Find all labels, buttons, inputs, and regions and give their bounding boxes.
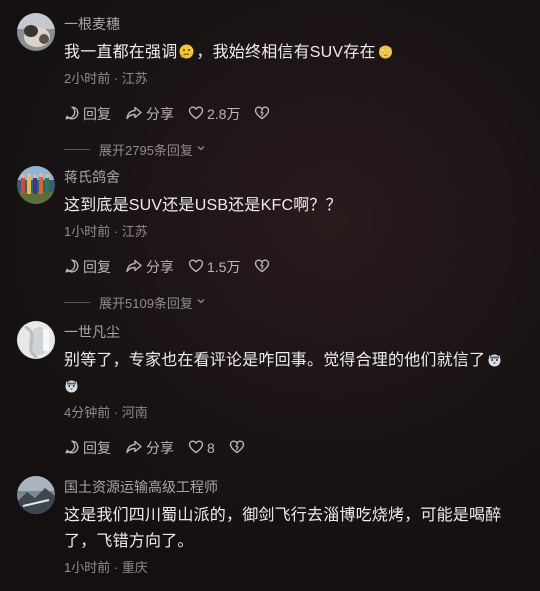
username[interactable]: 一世凡尘 [64, 322, 524, 342]
comment-actions: 回复 分享 1.5万 [64, 257, 524, 277]
like-button[interactable]: 8 [188, 439, 215, 458]
comment-meta: 2小时前 · 江苏 [64, 70, 524, 88]
expand-replies-button[interactable]: 展开2795条回复 [64, 139, 524, 159]
comment-location: 江苏 [121, 71, 148, 86]
comment-icon [64, 439, 83, 458]
cat-emoji-icon [487, 350, 502, 367]
comment-text-part: 别等了，专家也在看评论是咋回事。觉得合理的他们就信了 [64, 352, 486, 369]
heart-icon [188, 258, 207, 277]
comment-actions: 回复 分享 8 [64, 438, 524, 458]
dislike-button[interactable] [254, 105, 273, 124]
comment-location: 重庆 [121, 560, 148, 575]
meta-separator: · [110, 405, 122, 420]
thinking-emoji-icon [179, 42, 194, 59]
avatar[interactable] [17, 13, 55, 51]
username[interactable]: 国土资源运输高级工程师 [64, 477, 524, 497]
comment-meta: 4分钟前 · 河南 [64, 404, 524, 422]
cat-emoji-icon [378, 42, 393, 59]
comment-meta: 1小时前 · 重庆 [64, 559, 524, 577]
comment-text: 这是我们四川蜀山派的，御剑飞行去淄博吃烧烤，可能是喝醉了，飞错方向了。 [64, 507, 502, 550]
username[interactable]: 一根麦穗 [64, 14, 524, 34]
comment-text: 我一直都在强调 ，我始终相信有SUV存在 [64, 40, 524, 66]
like-button[interactable]: 1.5万 [188, 257, 240, 277]
comment-location: 江苏 [121, 224, 148, 239]
comment-body: 国土资源运输高级工程师 这是我们四川蜀山派的，御剑飞行去淄博吃烧烤，可能是喝醉了… [64, 477, 524, 577]
avatar[interactable] [17, 166, 55, 204]
expand-replies-button[interactable]: 展开5109条回复 [64, 292, 524, 312]
comment-location: 河南 [121, 405, 148, 420]
comment-body: 一世凡尘 别等了，专家也在看评论是咋回事。觉得合理的他们就信了 4分钟前 · 河… [64, 322, 524, 458]
reply-label: 回复 [83, 440, 111, 456]
chevron-down-icon [193, 142, 207, 157]
comment-body: 蒋氏鸽舍 这到底是SUV还是USB还是KFC啊？？ 1小时前 · 江苏 回复 分… [64, 167, 524, 312]
like-count: 1.5万 [207, 259, 241, 275]
comment-body: 一根麦穗 我一直都在强调 ，我始终相信有SUV存在 2小时前 · 江苏 回复 分享… [64, 14, 524, 159]
comment-time: 4分钟前 [64, 405, 111, 420]
comment-text-part: ，我始终相信有SUV存在 [196, 44, 376, 61]
reply-button[interactable]: 回复 [64, 438, 111, 458]
dislike-icon [254, 258, 273, 277]
expand-replies-label: 展开2795条回复 [99, 142, 193, 158]
dislike-button[interactable] [254, 258, 273, 277]
cat-emoji-icon [64, 376, 79, 393]
comment-actions: 回复 分享 2.8万 [64, 104, 524, 124]
chevron-down-icon [193, 295, 207, 310]
comment-time: 1小时前 [64, 560, 111, 575]
reply-label: 回复 [83, 259, 111, 275]
share-icon [125, 439, 146, 458]
avatar[interactable] [17, 476, 55, 514]
comment-text-part: 我一直都在强调 [64, 44, 178, 61]
comment-time: 1小时前 [64, 224, 111, 239]
username[interactable]: 蒋氏鸽舍 [64, 167, 524, 187]
comment-text: 别等了，专家也在看评论是咋回事。觉得合理的他们就信了 [64, 348, 524, 400]
comment-time: 2小时前 [64, 71, 111, 86]
meta-separator: · [110, 224, 122, 239]
meta-separator: · [110, 71, 122, 86]
like-button[interactable]: 2.8万 [188, 104, 240, 124]
divider-line [64, 301, 90, 303]
like-count: 8 [207, 440, 215, 456]
avatar[interactable] [17, 321, 55, 359]
heart-icon [188, 105, 207, 124]
share-button[interactable]: 分享 [125, 257, 174, 277]
share-button[interactable]: 分享 [125, 104, 174, 124]
dislike-icon [254, 105, 273, 124]
dislike-icon [229, 439, 248, 458]
dislike-button[interactable] [229, 439, 248, 458]
expand-replies-label: 展开5109条回复 [99, 295, 193, 311]
divider-line [64, 148, 90, 150]
share-button[interactable]: 分享 [125, 438, 174, 458]
like-count: 2.8万 [207, 106, 241, 122]
share-icon [125, 258, 146, 277]
meta-separator: · [110, 560, 122, 575]
share-icon [125, 105, 146, 124]
reply-label: 回复 [83, 106, 111, 122]
comment-meta: 1小时前 · 江苏 [64, 223, 524, 241]
share-label: 分享 [146, 440, 174, 456]
comment-text: 这到底是SUV还是USB还是KFC啊？？ [64, 197, 342, 214]
comment-icon [64, 258, 83, 277]
share-label: 分享 [146, 106, 174, 122]
reply-button[interactable]: 回复 [64, 257, 111, 277]
share-label: 分享 [146, 259, 174, 275]
reply-button[interactable]: 回复 [64, 104, 111, 124]
heart-icon [188, 439, 207, 458]
comment-icon [64, 105, 83, 124]
